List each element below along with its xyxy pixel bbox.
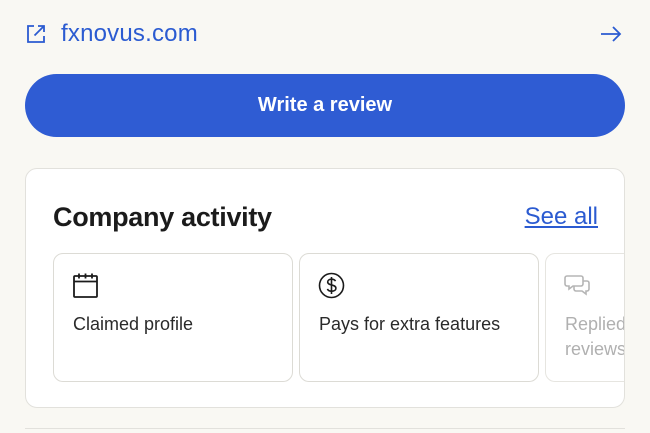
activity-tile-claimed-profile[interactable]: Claimed profile <box>53 253 293 382</box>
next-card-edge <box>25 428 625 433</box>
write-review-button[interactable]: Write a review <box>25 74 625 137</box>
company-activity-card: Company activity See all Claimed profile <box>25 168 625 408</box>
activity-tile-pays-extra[interactable]: Pays for extra features <box>299 253 539 382</box>
activity-tile-replied-negative[interactable]: Replied to negative reviews <box>545 253 625 382</box>
calendar-icon <box>72 272 99 299</box>
website-link[interactable]: fxnovus.com <box>25 14 625 54</box>
tile-label: Claimed profile <box>73 314 194 334</box>
tile-label: Replied to negative reviews <box>565 314 625 359</box>
external-link-icon <box>25 23 47 45</box>
tile-label: Pays for extra features <box>319 314 501 334</box>
speech-bubbles-icon <box>564 272 591 299</box>
arrow-right-icon[interactable] <box>599 23 623 45</box>
activity-tiles: Claimed profile Pays for extra features <box>53 253 625 383</box>
card-title: Company activity <box>53 202 272 232</box>
see-all-link[interactable]: See all <box>525 203 598 231</box>
dollar-circle-icon <box>318 272 345 299</box>
company-sidebar: fxnovus.com Write a review Company activ… <box>0 0 650 433</box>
website-label: fxnovus.com <box>61 20 198 47</box>
